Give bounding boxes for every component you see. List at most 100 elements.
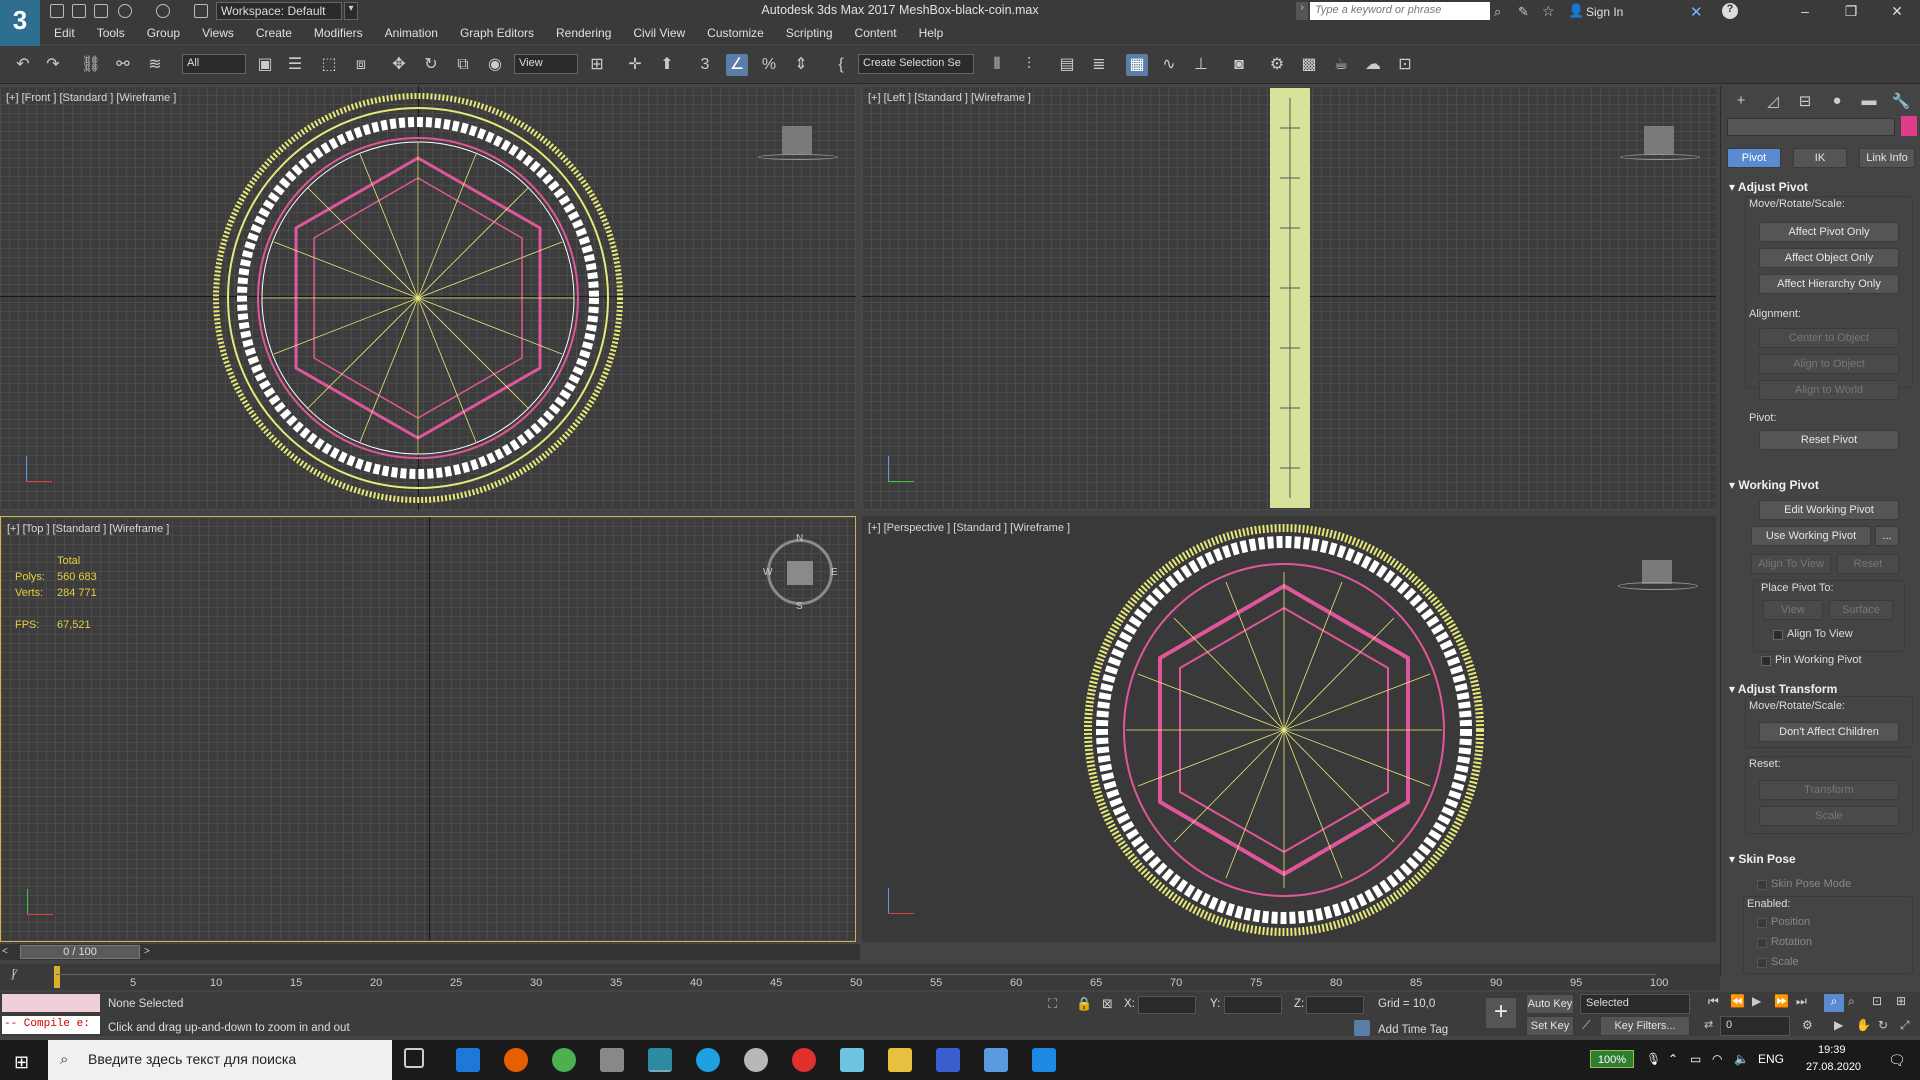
unlink-icon[interactable]: ⚯ [112,54,134,76]
working-pivot-rollout[interactable]: ▾ Working Pivot [1729,478,1819,492]
save-app-icon[interactable] [936,1048,960,1072]
image-viewer-icon[interactable] [984,1048,1008,1072]
workspace-dropdown[interactable]: Workspace: Default [216,2,342,20]
notes-app-icon[interactable] [840,1048,864,1072]
menu-animation[interactable]: Animation [374,22,449,44]
z-coordinate-field[interactable] [1306,996,1364,1014]
viewport-left-label[interactable]: [+] [Left ] [Standard ] [Wireframe ] [868,92,1031,104]
subscription-icon[interactable]: ✎ [1518,4,1529,20]
viewport-perspective-label[interactable]: [+] [Perspective ] [Standard ] [Wirefram… [868,522,1070,534]
rendered-frame-window-icon[interactable]: ▩ [1298,54,1320,76]
keyword-search-input[interactable]: Type a keyword or phrase [1310,2,1490,20]
viewcube-top-face-icon[interactable] [787,561,813,585]
viewcube-icon[interactable] [782,126,812,154]
placement-icon[interactable]: ◉ [484,54,506,76]
named-selection-set-dropdown[interactable]: Create Selection Se [858,54,974,74]
y-coordinate-field[interactable] [1224,996,1282,1014]
hierarchy-tab-icon[interactable]: ⊟ [1793,92,1817,112]
battery-tray-icon[interactable]: ▭ [1690,1052,1701,1066]
adjust-transform-rollout[interactable]: ▾ Adjust Transform [1729,682,1837,696]
menu-create[interactable]: Create [245,22,303,44]
favorites-star-icon[interactable]: ☆ [1542,3,1555,20]
edge-browser-icon[interactable] [456,1048,480,1072]
reset-transform-button[interactable]: Transform [1759,780,1899,800]
project-folder-icon[interactable] [194,4,208,18]
skin-pose-mode-checkbox[interactable] [1757,880,1767,890]
next-frame-icon[interactable]: ⏩ [1774,994,1789,1008]
skin-pose-rotation-checkbox[interactable] [1757,938,1767,948]
clock-time[interactable]: 19:39 [1818,1044,1846,1056]
viewport-top[interactable]: [+] [Top ] [Standard ] [Wireframe ] Tota… [0,516,856,942]
curve-editor-mini-icon[interactable]: ʃ∕ [12,968,16,980]
ribbon-toggle-icon[interactable]: ▦ [1126,54,1148,76]
show-hidden-icons-icon[interactable]: ⌃ [1668,1052,1678,1066]
absolute-mode-icon[interactable]: ⊠ [1102,996,1113,1012]
help-icon[interactable]: ? [1722,3,1738,19]
skin-pose-rollout[interactable]: ▾ Skin Pose [1729,852,1796,866]
binoculars-icon[interactable]: ⌕ [1494,4,1501,20]
menu-customize[interactable]: Customize [696,22,775,44]
clock-date[interactable]: 27.08.2020 [1806,1061,1861,1073]
battery-indicator[interactable]: 100% [1590,1050,1634,1068]
bind-space-warp-icon[interactable]: ≋ [144,54,166,76]
task-view-icon[interactable] [404,1048,424,1068]
object-color-swatch[interactable] [1901,116,1917,136]
go-to-end-icon[interactable]: ⏭ [1796,994,1807,1009]
set-key-big-icon[interactable]: + [1486,998,1516,1028]
link-info-tab-button[interactable]: Link Info [1859,148,1915,168]
skin-pose-position-checkbox[interactable] [1757,918,1767,928]
viewcube-ring-icon[interactable] [1618,582,1698,590]
frame-indicator[interactable] [54,966,60,988]
exchange-x-icon[interactable]: ✕ [1690,3,1703,21]
viewcube-ring-icon[interactable] [758,154,838,160]
menu-help[interactable]: Help [908,22,955,44]
align-icon[interactable]: ⫶ [1018,54,1040,76]
current-frame-field[interactable]: 0 [1720,1016,1790,1036]
viewport-top-label[interactable]: [+] [Top ] [Standard ] [Wireframe ] [7,523,169,535]
maximize-viewport-icon[interactable]: ⤢ [1900,1018,1910,1033]
zoom-extents-all-icon[interactable]: ⊞ [1896,994,1906,1008]
align-to-object-button[interactable]: Align to Object [1759,354,1899,374]
search-expand-icon[interactable]: › [1296,2,1308,20]
time-slider-next-icon[interactable]: > [144,946,154,958]
undo-icon[interactable]: ↶ [12,54,34,76]
place-pivot-view-button[interactable]: View [1763,600,1823,620]
align-to-world-button[interactable]: Align to World [1759,380,1899,400]
pin-working-pivot-checkbox[interactable] [1761,656,1771,666]
working-pivot-reset-button[interactable]: Reset [1837,554,1899,574]
menu-group[interactable]: Group [136,22,191,44]
x-coordinate-field[interactable] [1138,996,1196,1014]
spinner-snap-icon[interactable]: ⇕ [790,54,812,76]
edit-named-selection-icon[interactable]: { [830,54,852,76]
align-to-view-button[interactable]: Align To View [1751,554,1831,574]
time-slider-prev-icon[interactable]: < [2,946,12,958]
redo-icon[interactable] [156,4,170,18]
affect-hierarchy-only-button[interactable]: Affect Hierarchy Only [1759,274,1899,294]
rectangular-selection-icon[interactable]: ⬚ [318,54,340,76]
modify-tab-icon[interactable]: ◿ [1761,92,1785,112]
viewport-perspective[interactable]: [+] [Perspective ] [Standard ] [Wirefram… [862,516,1716,942]
microphone-app-icon[interactable] [600,1048,624,1072]
volume-icon[interactable]: 🔈 [1734,1052,1749,1066]
selection-filter-dropdown[interactable]: All [182,54,246,74]
snaps-toggle-icon[interactable]: 3 [694,54,716,76]
time-tag-icon[interactable] [1354,1020,1370,1036]
viewport-front[interactable]: [+] [Front ] [Standard ] [Wireframe ] [0,86,856,510]
layer-explorer-icon[interactable]: ≣ [1088,54,1110,76]
go-to-start-icon[interactable]: ⏮ [1708,994,1719,1009]
menu-views[interactable]: Views [191,22,245,44]
affect-pivot-only-button[interactable]: Affect Pivot Only [1759,222,1899,242]
redo-icon[interactable]: ↷ [42,54,64,76]
play-icon[interactable]: ▶ [1752,994,1761,1008]
key-filters-button[interactable]: Key Filters... [1600,1016,1690,1036]
restore-icon[interactable]: ❐ [1828,0,1874,22]
select-manipulate-icon[interactable]: ✛ [624,54,646,76]
auto-key-button[interactable]: Auto Key [1526,994,1574,1014]
render-production-icon[interactable]: ☕ [1330,54,1352,76]
keyboard-language[interactable]: ENG [1758,1052,1784,1066]
time-config-icon[interactable]: ⇄ [1704,1018,1713,1031]
working-pivot-options-button[interactable]: ... [1875,526,1899,546]
time-configuration-icon[interactable]: ⚙ [1802,1018,1813,1032]
skype-icon[interactable] [696,1048,720,1072]
select-object-icon[interactable]: ▣ [254,54,276,76]
